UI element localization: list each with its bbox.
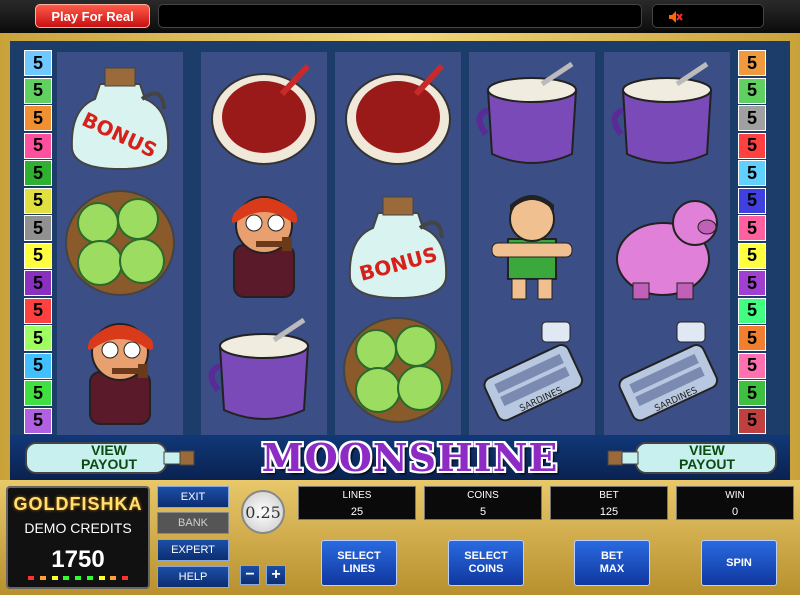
title-banner: VIEW PAYOUT MOONSHINE VIEW PAYOUT — [10, 435, 790, 480]
play-for-real-button[interactable]: Play For Real — [35, 4, 150, 28]
lines-value: 25 — [350, 506, 364, 518]
symbol-hillbilly-pipe — [204, 183, 324, 303]
symbol-moonshine-pot — [204, 310, 324, 430]
payline-indicator[interactable]: 5 — [24, 242, 52, 269]
symbol-hillbilly-man — [472, 183, 592, 303]
expert-button[interactable]: EXPERT — [157, 539, 229, 561]
reel-5: SARDINES — [604, 52, 730, 435]
select-lines-button[interactable]: SELECT LINES — [321, 540, 397, 586]
payline-indicator[interactable]: 5 — [24, 187, 52, 214]
demo-credits-label: DEMO CREDITS — [24, 520, 132, 536]
reel-4: SARDINES — [469, 52, 595, 435]
exit-button[interactable]: EXIT — [157, 486, 229, 508]
coin-decrease-button[interactable]: − — [240, 565, 260, 585]
symbol-beans-bowl — [338, 54, 458, 174]
logo-panel: GOLDFISHKA DEMO CREDITS 1750 — [6, 486, 150, 589]
symbol-pickled-tomatoes — [338, 310, 458, 430]
payline-indicator[interactable]: 5 — [24, 50, 52, 76]
payline-indicator[interactable]: 5 — [738, 187, 766, 214]
payline-indicator[interactable]: 5 — [24, 297, 52, 324]
credits-value: 1750 — [51, 546, 105, 573]
symbol-hillbilly-pipe — [60, 310, 180, 430]
payline-indicator[interactable]: 5 — [738, 242, 766, 269]
view-payout-right-button[interactable]: VIEW PAYOUT — [606, 441, 778, 475]
payline-indicator[interactable]: 5 — [738, 132, 766, 159]
payline-indicators-right: 55555555555555 — [738, 50, 768, 435]
led-indicator — [28, 576, 128, 580]
message-bar — [158, 4, 642, 28]
spin-button[interactable]: SPIN — [701, 540, 777, 586]
select-coins-button[interactable]: SELECT COINS — [448, 540, 524, 586]
view-payout-label: VIEW PAYOUT — [80, 442, 137, 472]
payline-indicator[interactable]: 5 — [738, 352, 766, 379]
payline-indicator[interactable]: 5 — [24, 132, 52, 159]
bet-label: BET — [599, 490, 619, 501]
payline-indicator[interactable]: 5 — [24, 160, 52, 186]
payline-indicator[interactable]: 5 — [738, 77, 766, 104]
payline-indicator[interactable]: 5 — [24, 77, 52, 104]
payline-indicator[interactable]: 5 — [738, 270, 766, 296]
reel-1: BONUS — [57, 52, 183, 435]
payline-indicator[interactable]: 5 — [24, 215, 52, 241]
reel-3: BONUS — [335, 52, 461, 435]
bet-value: 125 — [599, 506, 619, 518]
top-bar: Play For Real — [0, 0, 800, 33]
payline-indicator[interactable]: 5 — [24, 325, 52, 351]
brand-logo: GOLDFISHKA — [13, 494, 143, 514]
win-display: WIN 0 — [676, 486, 794, 520]
payline-indicator[interactable]: 5 — [24, 105, 52, 131]
symbol-pink-pig — [607, 183, 727, 303]
payline-indicator[interactable]: 5 — [24, 380, 52, 406]
payline-indicator[interactable]: 5 — [738, 160, 766, 186]
payline-indicator[interactable]: 5 — [738, 407, 766, 434]
mute-icon[interactable] — [667, 9, 683, 25]
game-area: 55555555555555 55555555555555 BONUS BONU… — [0, 33, 800, 480]
payline-indicator[interactable]: 5 — [738, 105, 766, 131]
sound-panel[interactable] — [652, 4, 764, 28]
symbol-sardines-can: SARDINES — [472, 310, 592, 430]
coin-increase-button[interactable]: + — [266, 565, 286, 585]
symbol-bonus-jug: BONUS — [60, 54, 180, 174]
coins-value: 5 — [479, 506, 487, 518]
payline-indicator[interactable]: 5 — [24, 352, 52, 379]
coins-display: COINS 5 — [424, 486, 542, 520]
win-value: 0 — [731, 506, 739, 518]
reel-2 — [201, 52, 327, 435]
payline-indicator[interactable]: 5 — [738, 297, 766, 324]
coin-value-display: 0.25 — [241, 490, 285, 534]
coins-label: COINS — [467, 490, 499, 501]
payline-indicator[interactable]: 5 — [738, 50, 766, 76]
payline-indicator[interactable]: 5 — [24, 407, 52, 434]
symbol-pickled-tomatoes — [60, 183, 180, 303]
payline-indicators-left: 55555555555555 — [24, 50, 54, 435]
game-title: MOONSHINE — [261, 434, 559, 480]
bet-display: BET 125 — [550, 486, 668, 520]
payline-indicator[interactable]: 5 — [738, 380, 766, 406]
lines-label: LINES — [342, 490, 372, 501]
symbol-sardines-can: SARDINES — [607, 310, 727, 430]
bank-button[interactable]: BANK — [157, 512, 229, 534]
view-payout-label: VIEW PAYOUT — [678, 442, 735, 472]
symbol-moonshine-pot — [607, 54, 727, 174]
symbol-moonshine-pot — [472, 54, 592, 174]
bet-max-button[interactable]: BET MAX — [574, 540, 650, 586]
reel-frame: 55555555555555 55555555555555 BONUS BONU… — [10, 41, 790, 480]
payline-indicator[interactable]: 5 — [738, 215, 766, 241]
symbol-beans-bowl — [204, 54, 324, 174]
payline-indicator[interactable]: 5 — [24, 270, 52, 296]
lines-display: LINES 25 — [298, 486, 416, 520]
win-label: WIN — [725, 490, 745, 501]
symbol-bonus-jug: BONUS — [338, 183, 458, 303]
payline-indicator[interactable]: 5 — [738, 325, 766, 351]
help-button[interactable]: HELP — [157, 566, 229, 588]
view-payout-left-button[interactable]: VIEW PAYOUT — [24, 441, 196, 475]
